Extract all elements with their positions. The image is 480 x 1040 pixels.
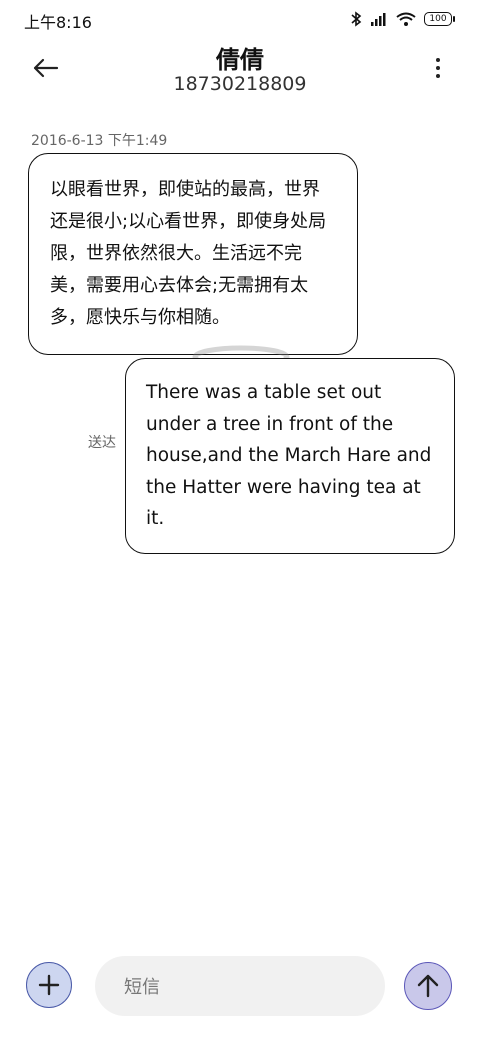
- contact-number: 18730218809: [173, 73, 307, 95]
- cellular-signal-icon: [371, 13, 386, 26]
- outgoing-message-bubble[interactable]: There was a table set out under a tree i…: [125, 358, 455, 554]
- plus-icon: [38, 974, 60, 996]
- message-input-container: [95, 956, 385, 1018]
- contact-name: 倩倩: [216, 46, 264, 74]
- status-icons: 100: [350, 11, 455, 27]
- status-bar: 上午8:16 100: [0, 0, 480, 38]
- conversation-header: 倩倩 18730218809: [0, 38, 480, 108]
- message-input[interactable]: [122, 956, 366, 1018]
- more-options-button[interactable]: [426, 52, 450, 84]
- send-button[interactable]: [404, 962, 452, 1010]
- wifi-icon: [396, 12, 416, 26]
- bluetooth-icon: [351, 11, 362, 27]
- add-attachment-button[interactable]: [26, 962, 72, 1008]
- message-timestamp: 2016-6-13 下午1:49: [31, 133, 168, 149]
- compose-bar: [0, 952, 480, 1022]
- delivery-status: 送达: [88, 435, 116, 451]
- incoming-message-bubble[interactable]: 以眼看世界，即使站的最高，世界还是很小;以心看世界，即使身处局限，世界依然很大。…: [28, 153, 358, 355]
- more-vertical-icon: [436, 58, 440, 62]
- battery-icon: 100: [424, 12, 455, 26]
- arrow-up-icon: [417, 974, 439, 998]
- status-time: 上午8:16: [24, 13, 92, 32]
